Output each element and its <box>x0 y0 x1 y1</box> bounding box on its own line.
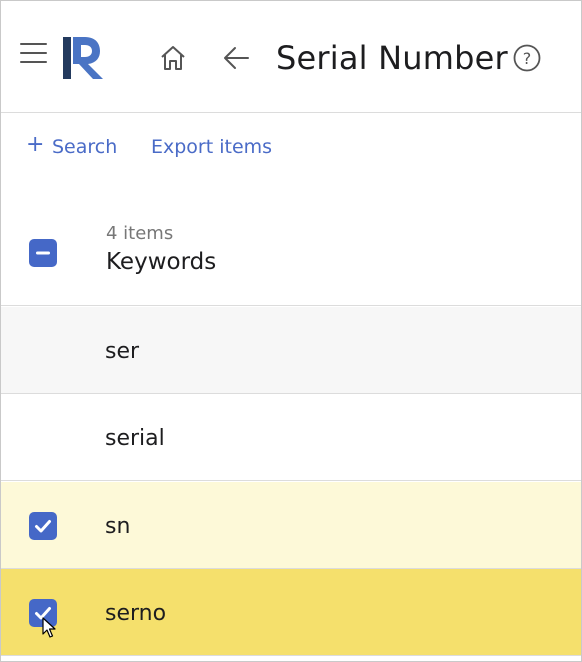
action-bar: + Search Export items <box>1 114 581 184</box>
list-header: 4 items Keywords <box>1 201 581 306</box>
list-item[interactable]: sn <box>1 482 581 569</box>
svg-text:?: ? <box>523 49 532 68</box>
arrow-left-icon[interactable] <box>223 45 251 71</box>
plus-icon[interactable]: + <box>26 134 44 156</box>
column-label: Keywords <box>106 249 217 275</box>
header-bar: Serial Number ? <box>1 1 581 113</box>
list-item-label: serial <box>105 426 165 451</box>
list-item[interactable]: serial <box>1 394 581 481</box>
list-item[interactable]: ser <box>1 307 581 394</box>
search-link[interactable]: Search <box>52 136 117 158</box>
hamburger-icon[interactable] <box>20 43 47 65</box>
home-icon[interactable] <box>159 44 187 72</box>
list-item-label: serno <box>105 601 167 626</box>
row-checkbox[interactable] <box>29 599 57 627</box>
list-item-label: sn <box>105 514 131 539</box>
app-window: Serial Number ? + Search Export items 4 … <box>0 0 582 662</box>
select-all-checkbox[interactable] <box>29 239 57 267</box>
page-title: Serial Number <box>276 39 508 77</box>
list-item[interactable]: serno <box>1 569 581 656</box>
item-count: 4 items <box>106 223 174 244</box>
row-checkbox[interactable] <box>29 512 57 540</box>
export-items-link[interactable]: Export items <box>151 136 272 158</box>
help-circle-icon[interactable]: ? <box>513 44 541 72</box>
list-item-label: ser <box>105 339 140 364</box>
app-logo[interactable] <box>63 37 107 83</box>
